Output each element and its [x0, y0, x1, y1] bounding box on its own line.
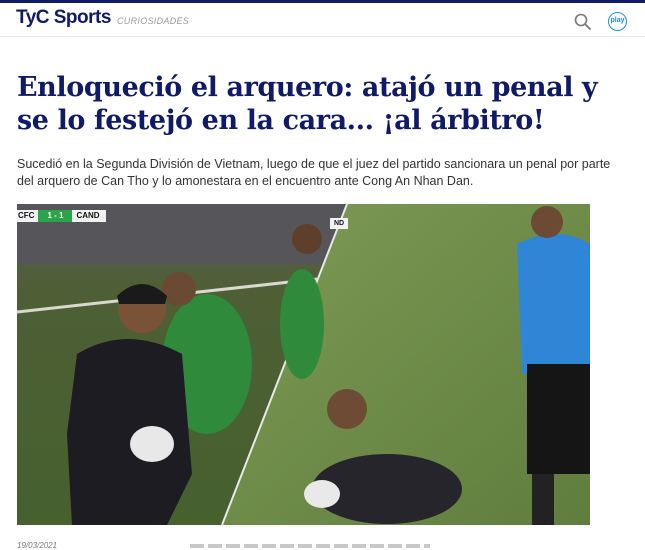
play-label: play [610, 17, 625, 24]
video-thumbnail[interactable]: CFC 1 - 1 CAND ND [17, 204, 590, 525]
video-frame-image [17, 204, 590, 525]
article-lead: Sucedió en la Segunda División de Vietna… [17, 157, 611, 188]
scorebug-score: 1 - 1 [38, 210, 73, 222]
site-logo[interactable]: TyC Sports [16, 7, 111, 29]
play-button[interactable]: play [608, 12, 627, 31]
section-label[interactable]: CURIOSIDADES [117, 16, 189, 26]
article-headline: Enloqueció el arquero: atajó un penal y … [17, 72, 598, 136]
video-scorebug: CFC 1 - 1 CAND [17, 210, 106, 222]
site-header: TyC Sports CURIOSIDADES play [0, 3, 645, 37]
search-icon[interactable] [573, 12, 593, 32]
scorebug-team-away: CAND [72, 210, 106, 222]
scorebug-team-home: CFC [17, 210, 39, 222]
article-date: 19/03/2021 [17, 541, 58, 550]
image-caption-placeholder [190, 544, 430, 548]
video-scorebug-right: ND [330, 218, 349, 229]
